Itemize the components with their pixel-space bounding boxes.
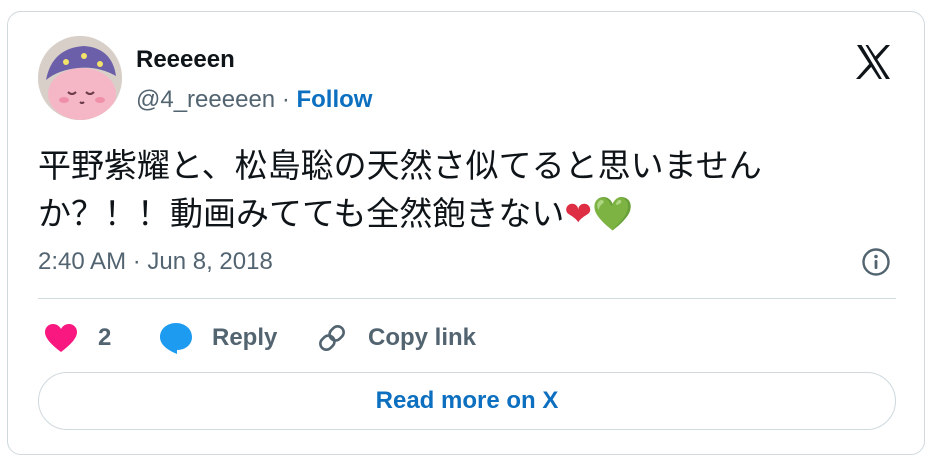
info-icon[interactable]	[860, 246, 892, 278]
tweet-text-line-2-content: か？！！動画みてても全然飽きない	[38, 195, 565, 232]
heart-icon	[44, 323, 78, 353]
copy-link-label: Copy link	[368, 324, 477, 351]
reply-label: Reply	[212, 324, 278, 351]
link-icon	[316, 322, 348, 354]
avatar-kirby-image	[38, 36, 122, 120]
reply-button[interactable]: Reply	[158, 318, 277, 358]
read-more-button[interactable]: Read more on X	[38, 372, 896, 430]
divider	[38, 298, 896, 299]
author-handle-row: @4_reeeeen · Follow	[136, 86, 372, 114]
tweet-timestamp[interactable]: 2:40 AM · Jun 8, 2018	[38, 248, 273, 276]
author-name[interactable]: Reeeeen	[136, 46, 235, 74]
green-heart-emoji-icon: 💚	[592, 195, 634, 232]
copy-link-button[interactable]: Copy link	[316, 318, 476, 358]
like-button[interactable]: 2	[44, 318, 111, 358]
avatar[interactable]	[38, 36, 122, 120]
follow-button[interactable]: Follow	[296, 86, 372, 113]
tweet-text-line-1: 平野紫耀と、松島聡の天然さ似てると思いません	[38, 147, 762, 184]
author-handle[interactable]: @4_reeeeen	[136, 86, 275, 113]
x-logo-icon[interactable]	[853, 42, 893, 82]
reply-bubble-icon	[158, 321, 194, 355]
tweet-text-line-2: か？！！動画みてても全然飽きない❤💚	[38, 190, 858, 238]
handle-separator: ·	[281, 86, 290, 113]
tweet-card: Reeeeen @4_reeeeen · Follow 平野紫耀と、松島聡の天然…	[7, 11, 925, 455]
like-count: 2	[98, 324, 112, 351]
red-heart-emoji-icon: ❤	[564, 195, 593, 232]
tweet-text: 平野紫耀と、松島聡の天然さ似てると思いません か？！！動画みてても全然飽きない❤…	[38, 142, 858, 238]
